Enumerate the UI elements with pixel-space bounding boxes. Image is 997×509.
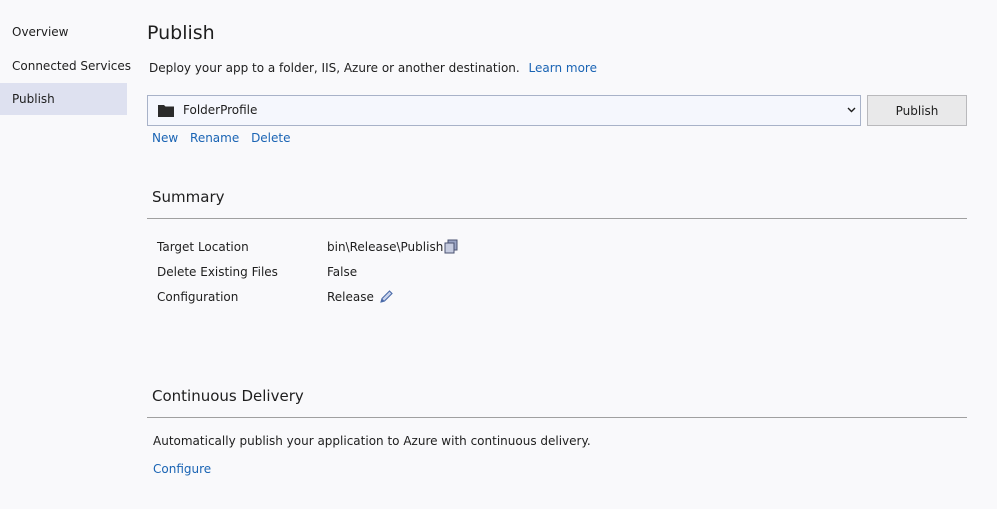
edit-pencil-icon[interactable]: [378, 289, 394, 305]
profile-dropdown[interactable]: FolderProfile: [147, 95, 861, 126]
continuous-delivery-header: Continuous Delivery: [152, 387, 304, 405]
copy-icon[interactable]: [443, 239, 459, 255]
delete-profile-link[interactable]: Delete: [251, 131, 290, 145]
folder-icon: [158, 105, 174, 117]
rename-profile-link[interactable]: Rename: [190, 131, 239, 145]
publish-panel: Publish Deploy your app to a folder, IIS…: [147, 0, 977, 509]
sidebar-item-overview[interactable]: Overview: [0, 16, 127, 48]
summary-divider: [147, 218, 967, 219]
new-profile-link[interactable]: New: [152, 131, 178, 145]
configuration-label: Configuration: [157, 290, 239, 304]
page-title: Publish: [147, 22, 215, 44]
page-description: Deploy your app to a folder, IIS, Azure …: [149, 61, 597, 75]
chevron-down-icon[interactable]: [847, 106, 856, 114]
delete-existing-files-value: False: [327, 265, 358, 279]
configure-link[interactable]: Configure: [153, 462, 211, 476]
target-location-label: Target Location: [157, 240, 249, 254]
delete-existing-files-label: Delete Existing Files: [157, 265, 278, 279]
continuous-delivery-description: Automatically publish your application t…: [153, 434, 591, 448]
publish-button[interactable]: Publish: [867, 95, 967, 126]
sidebar-item-connected-services[interactable]: Connected Services: [0, 50, 131, 82]
sidebar: Overview Connected Services Publish: [0, 0, 131, 509]
continuous-delivery-divider: [147, 417, 967, 418]
sidebar-item-publish[interactable]: Publish: [0, 83, 127, 115]
profile-actions: New Rename Delete: [152, 131, 299, 145]
summary-header: Summary: [152, 188, 225, 206]
profile-name: FolderProfile: [183, 103, 258, 117]
learn-more-link[interactable]: Learn more: [529, 61, 597, 75]
page-description-text: Deploy your app to a folder, IIS, Azure …: [149, 61, 520, 75]
target-location-value: bin\Release\Publish: [327, 240, 444, 254]
configuration-value: Release: [327, 290, 374, 304]
